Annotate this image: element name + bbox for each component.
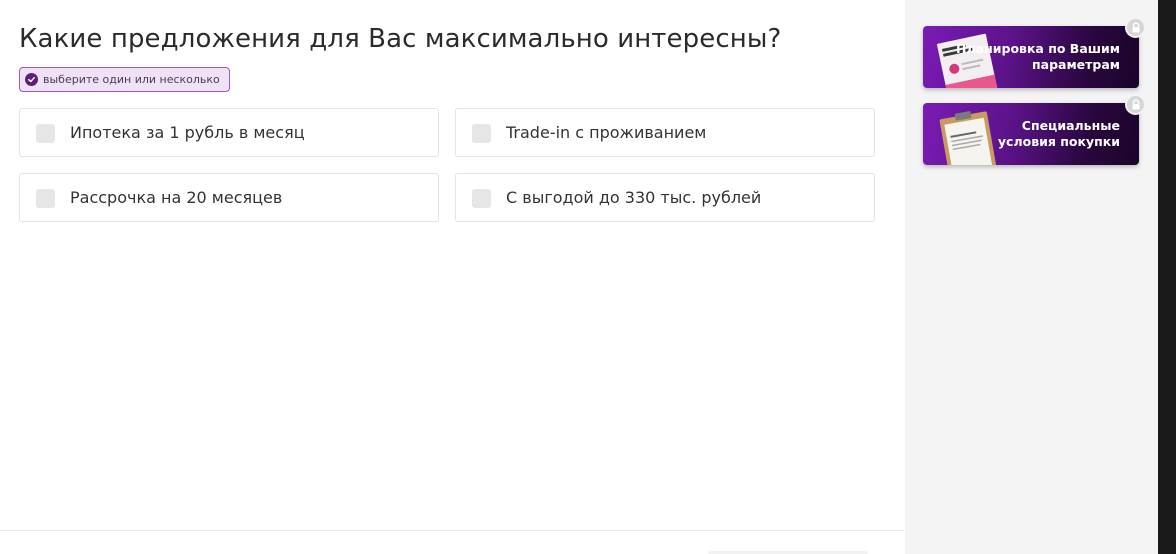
hint-text: выберите один или несколько (43, 73, 220, 86)
lock-icon (1125, 17, 1146, 38)
bonus-text: Специальные условия покупки (997, 118, 1120, 149)
window-edge (1158, 0, 1176, 554)
bonus-card-special-terms: Специальные условия покупки (923, 103, 1139, 165)
option-trade-in[interactable]: Trade-in с проживанием (455, 108, 875, 157)
quiz-main-panel: Какие предложения для Вас максимально ин… (0, 0, 905, 554)
option-label: С выгодой до 330 тыс. рублей (506, 188, 762, 207)
option-label: Ипотека за 1 рубль в месяц (70, 123, 305, 142)
checkbox[interactable] (472, 189, 491, 208)
bonus-sidebar: Планировка по Вашим параметрам Специальн… (905, 0, 1158, 554)
lock-icon (1125, 94, 1146, 115)
clipboard-image (939, 111, 997, 165)
multi-select-hint-badge: выберите один или несколько (19, 67, 230, 92)
question-title: Какие предложения для Вас максимально ин… (19, 24, 782, 54)
option-mortgage[interactable]: Ипотека за 1 рубль в месяц (19, 108, 439, 157)
bonus-card-layout: Планировка по Вашим параметрам (923, 26, 1139, 88)
option-label: Рассрочка на 20 месяцев (70, 188, 283, 207)
option-discount[interactable]: С выгодой до 330 тыс. рублей (455, 173, 875, 222)
option-label: Trade-in с проживанием (506, 123, 707, 142)
check-circle-icon (25, 73, 38, 86)
bonus-text: Планировка по Вашим параметрам (956, 41, 1120, 72)
footer-divider (0, 530, 905, 531)
checkbox[interactable] (472, 124, 491, 143)
option-installment[interactable]: Рассрочка на 20 месяцев (19, 173, 439, 222)
checkbox[interactable] (36, 124, 55, 143)
checkbox[interactable] (36, 189, 55, 208)
